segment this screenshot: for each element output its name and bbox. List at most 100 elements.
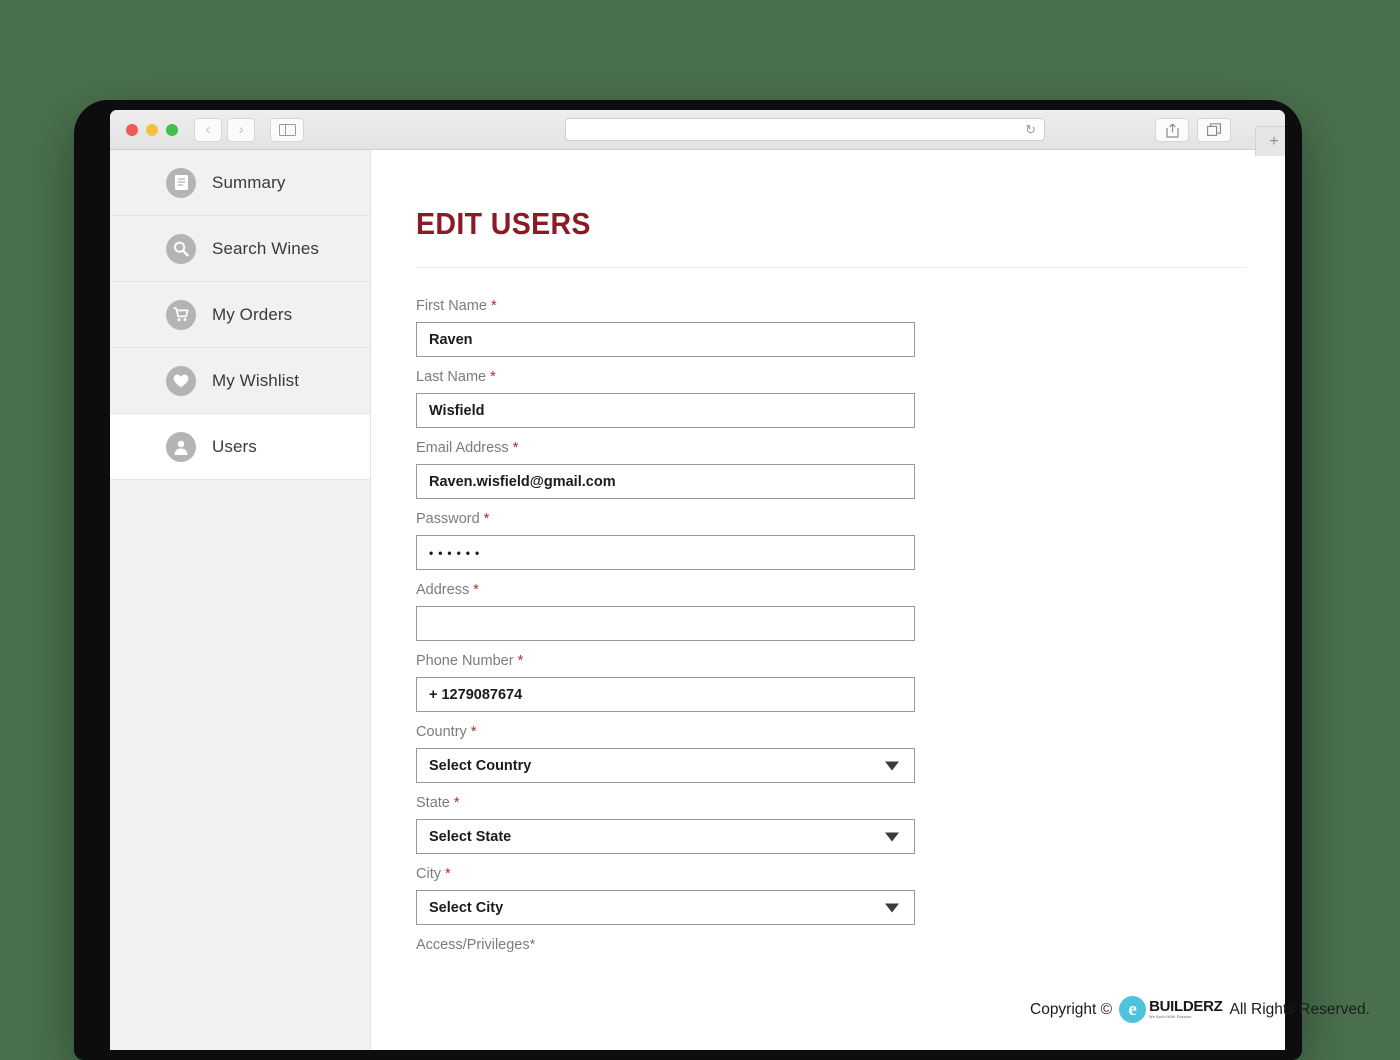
- field-password: Password *: [416, 511, 1285, 570]
- ebuilderz-logo: e BUILDERZ We Build With Passion: [1119, 996, 1223, 1023]
- sidebar-item-my-wishlist[interactable]: My Wishlist: [110, 348, 370, 414]
- close-button[interactable]: [126, 123, 138, 136]
- sidebar-panel-icon: [278, 123, 296, 136]
- share-icon: [1165, 123, 1179, 138]
- browser-window: ‹ › ↻ + Summary Search Wines My Orders M…: [110, 110, 1285, 1050]
- new-tab-button[interactable]: +: [1255, 126, 1285, 156]
- sidebar-navigation: Summary Search Wines My Orders My Wishli…: [110, 150, 371, 1050]
- document-icon: [166, 167, 196, 198]
- address-bar[interactable]: ↻: [565, 118, 1045, 141]
- field-label: Address *: [416, 582, 1285, 598]
- city-select-wrapper: [416, 890, 915, 925]
- field-label: First Name *: [416, 298, 1285, 314]
- field-label: Last Name *: [416, 369, 1285, 385]
- required-marker: *: [490, 369, 496, 385]
- logo-e-icon: e: [1119, 996, 1147, 1023]
- field-access-privileges: Access/Privileges*: [416, 937, 1285, 953]
- label-text: Address: [416, 582, 470, 598]
- toolbar-right-group: [1155, 118, 1231, 142]
- copyright-text: Copyright ©: [1030, 1000, 1113, 1018]
- window-controls: [126, 123, 178, 136]
- label-text: Password: [416, 511, 480, 527]
- page-title: EDIT USERS: [416, 206, 591, 241]
- phone-input[interactable]: [416, 677, 915, 712]
- navigation-buttons: ‹ ›: [194, 117, 255, 142]
- access-privileges-label: Access/Privileges*: [416, 937, 536, 953]
- label-text: Email Address: [416, 440, 509, 456]
- user-icon: [166, 431, 196, 462]
- sidebar-item-users[interactable]: Users: [110, 414, 370, 480]
- page-body: Summary Search Wines My Orders My Wishli…: [110, 150, 1285, 1050]
- footer-copyright: Copyright © e BUILDERZ We Build With Pas…: [1030, 996, 1370, 1023]
- first-name-input[interactable]: [416, 322, 915, 357]
- chevron-left-icon: ‹: [205, 121, 211, 138]
- field-label: City *: [416, 866, 1285, 882]
- required-marker: *: [445, 866, 451, 882]
- minimize-button[interactable]: [146, 123, 158, 136]
- field-country: Country *: [416, 724, 1285, 783]
- required-marker: *: [517, 653, 524, 669]
- label-text: First Name: [416, 298, 487, 314]
- chevron-right-icon: ›: [238, 121, 244, 138]
- required-marker: *: [473, 582, 479, 598]
- logo-name: BUILDERZ: [1149, 998, 1223, 1016]
- address-input[interactable]: [416, 606, 915, 641]
- copy-tabs-icon: [1206, 123, 1221, 137]
- field-city: City *: [416, 866, 1285, 925]
- label-text: State: [416, 795, 450, 811]
- country-select-wrapper: [416, 748, 915, 783]
- sidebar-item-search-wines[interactable]: Search Wines: [110, 216, 370, 282]
- field-label: Phone Number *: [416, 653, 1285, 669]
- address-input[interactable]: [574, 123, 1026, 136]
- label-text: Phone Number: [416, 653, 514, 669]
- field-phone-number: Phone Number *: [416, 653, 1285, 712]
- field-label: Country *: [416, 724, 1285, 740]
- browser-toolbar: ‹ › ↻ +: [110, 110, 1285, 156]
- country-select[interactable]: [416, 748, 915, 783]
- share-button[interactable]: [1155, 118, 1189, 142]
- sidebar-item-label: Search Wines: [212, 238, 320, 258]
- required-marker: *: [470, 724, 477, 740]
- state-select-wrapper: [416, 819, 915, 854]
- field-email-address: Email Address *: [416, 440, 1285, 499]
- field-address: Address *: [416, 582, 1285, 641]
- sidebar-item-label: My Orders: [212, 304, 293, 324]
- plus-icon: +: [1269, 132, 1279, 150]
- logo-wordmark: BUILDERZ We Build With Passion: [1149, 998, 1223, 1020]
- required-marker: *: [483, 511, 490, 527]
- heart-icon: [166, 365, 196, 396]
- label-text: City: [416, 866, 441, 882]
- title-divider: [416, 267, 1246, 268]
- sidebar-item-label: Users: [212, 436, 257, 456]
- sidebar-item-label: Summary: [212, 172, 286, 192]
- rights-reserved-text: All Rights Reserved.: [1229, 1000, 1370, 1018]
- forward-button[interactable]: ›: [227, 117, 255, 142]
- main-content: EDIT USERS First Name * Last Name *: [371, 150, 1285, 1050]
- tab-overview-button[interactable]: [1197, 118, 1231, 142]
- back-button[interactable]: ‹: [194, 117, 222, 142]
- sidebar-item-summary[interactable]: Summary: [110, 150, 370, 216]
- city-select[interactable]: [416, 890, 915, 925]
- sidebar-item-my-orders[interactable]: My Orders: [110, 282, 370, 348]
- logo-tagline: We Build With Passion: [1149, 1015, 1192, 1020]
- label-text: Country: [416, 724, 467, 740]
- email-input[interactable]: [416, 464, 915, 499]
- password-input[interactable]: [416, 535, 915, 570]
- label-text: Last Name: [416, 369, 487, 385]
- search-icon: [166, 233, 196, 264]
- required-marker: *: [490, 298, 497, 314]
- sidebar-toggle-button[interactable]: [270, 117, 304, 142]
- reload-icon[interactable]: ↻: [1025, 123, 1036, 136]
- cart-icon: [166, 299, 196, 330]
- maximize-button[interactable]: [166, 123, 178, 136]
- edit-user-form: First Name * Last Name * Email Address: [416, 298, 1285, 953]
- field-first-name: First Name *: [416, 298, 1285, 357]
- field-state: State *: [416, 795, 1285, 854]
- state-select[interactable]: [416, 819, 915, 854]
- required-marker: *: [512, 440, 519, 456]
- field-label: Email Address *: [416, 440, 1285, 456]
- field-label: State *: [416, 795, 1285, 811]
- required-marker: *: [453, 795, 460, 811]
- last-name-input[interactable]: [416, 393, 915, 428]
- field-label: Password *: [416, 511, 1285, 527]
